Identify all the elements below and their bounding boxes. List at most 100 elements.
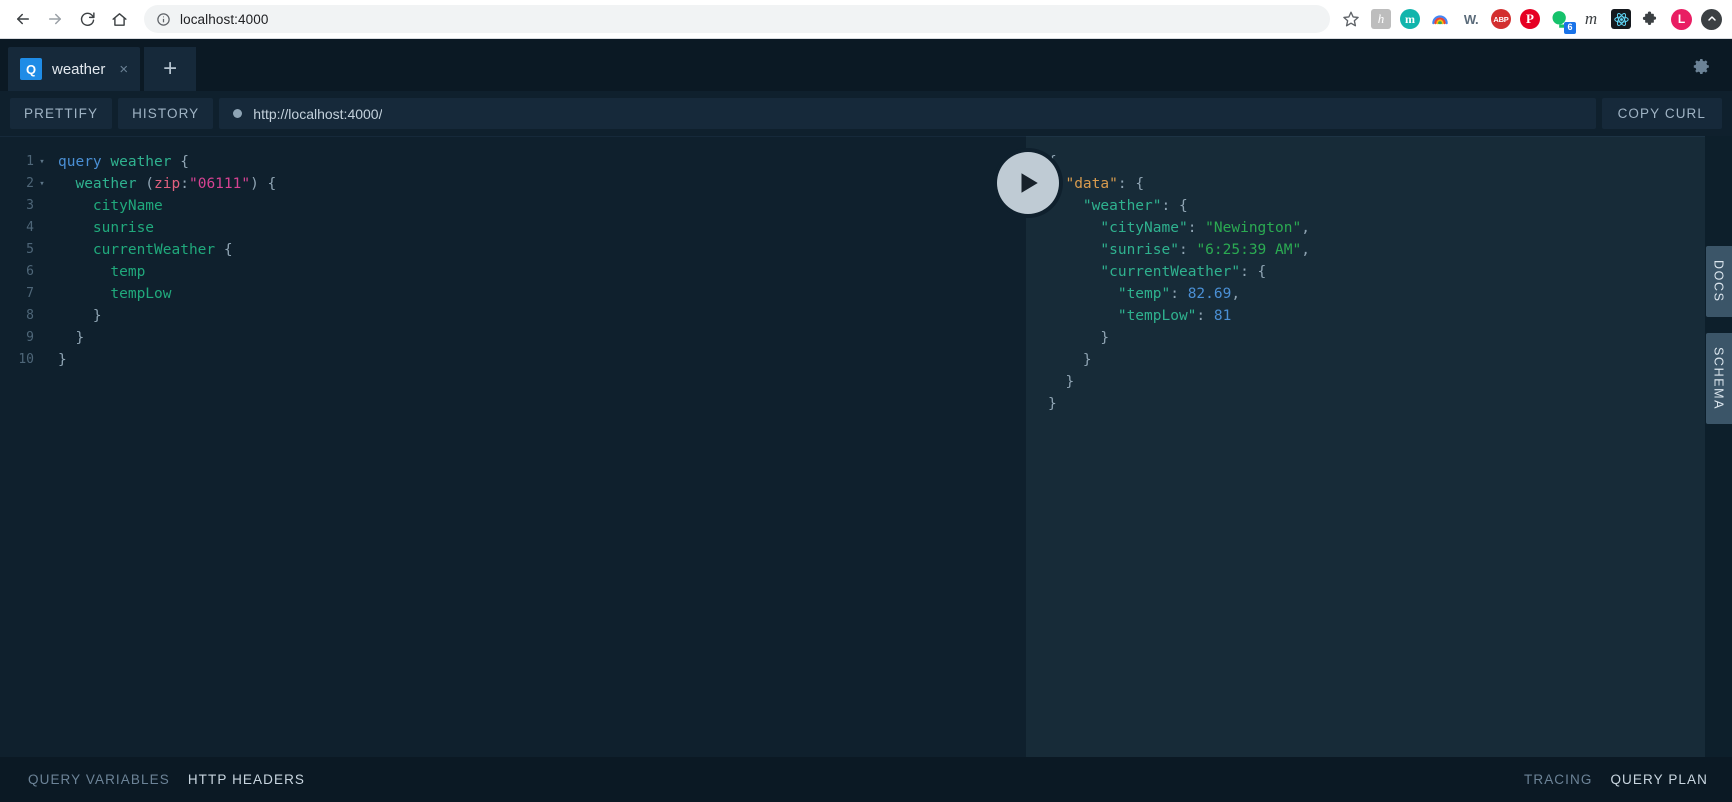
home-icon[interactable] [104,4,134,34]
bottom-left-tabs: QUERY VARIABLES HTTP HEADERS [28,772,305,787]
playground-tab-weather[interactable]: Q weather × [8,47,141,91]
rainbow-extension-icon[interactable] [1429,8,1451,30]
response-line-code: "data": { [1065,176,1145,192]
copy-curl-button[interactable]: COPY CURL [1601,98,1722,129]
star-icon[interactable] [1340,8,1362,30]
line-number: 4 [26,220,34,235]
graphql-playground: Q weather × + PRETTIFY HISTORY http://lo… [0,39,1732,802]
editor-line: 7 tempLow [0,283,1026,305]
line-number: 7 [26,286,34,301]
response-line: } [1026,349,1732,371]
grammarly-badge: 6 [1564,22,1576,34]
extensions-puzzle-icon[interactable] [1640,8,1662,30]
editor-line-code: sunrise [92,220,155,236]
editor-line-code: query weather { [58,154,189,170]
bottom-right-tabs: TRACING QUERY PLAN [1524,772,1708,787]
endpoint-url-field[interactable]: http://localhost:4000/ [219,98,1596,129]
query-editor[interactable]: 1 ▾ query weather { 2 ▾ weather (zip:"06111"… [0,136,1026,757]
playground-body: 1 ▾ query weather { 2 ▾ weather (zip:"06111"… [0,136,1732,757]
editor-line: 10} [0,349,1026,371]
response-line: ▾ "weather": { [1026,195,1732,217]
forward-arrow-icon[interactable] [40,4,70,34]
response-line-code: "currentWeather": { [1100,264,1267,280]
response-line-code: } [1100,330,1110,346]
response-line: ▾ "data": { [1026,173,1732,195]
response-line-code: "weather": { [1082,198,1188,214]
schema-tab[interactable]: SCHEMA [1705,332,1732,424]
response-line: "temp": 82.69, [1026,283,1732,305]
grammarly-extension-icon[interactable]: 6 [1549,8,1576,34]
wikibuy-extension-icon[interactable]: W. [1460,8,1482,30]
prettify-button[interactable]: PRETTIFY [10,98,113,129]
editor-line-code: } [75,330,85,346]
line-number: 8 [26,308,34,323]
response-line: } [1026,371,1732,393]
response-line-code: } [1048,396,1057,412]
site-info-icon[interactable] [156,12,171,27]
adblock-plus-extension-icon[interactable]: ABP [1491,9,1511,29]
playground-bottom-bar: QUERY VARIABLES HTTP HEADERS TRACING QUE… [0,757,1732,802]
editor-line: 4 sunrise [0,217,1026,239]
fold-triangle-icon[interactable]: ▾ [34,179,50,189]
response-line-code: } [1082,352,1092,368]
address-bar[interactable]: localhost:4000 [144,5,1330,33]
medium-extension-icon[interactable]: m [1580,8,1602,30]
line-number: 1 [26,154,34,169]
pinterest-extension-icon[interactable]: P [1520,9,1540,29]
history-button[interactable]: HISTORY [118,98,214,129]
tracing-tab[interactable]: TRACING [1524,772,1592,787]
react-devtools-extension-icon[interactable] [1611,9,1631,29]
profile-avatar[interactable]: L [1671,8,1692,30]
line-number: 5 [26,242,34,257]
playground-tab-bar: Q weather × + [0,39,1732,91]
update-arrow-icon[interactable] [1701,8,1722,30]
editor-line-code: temp [110,264,146,280]
playground-tab-title: weather [52,60,106,78]
response-line: "currentWeather": { [1026,261,1732,283]
line-number: 9 [26,330,34,345]
address-bar-text: localhost:4000 [180,11,269,27]
editor-line: 1 ▾ query weather { [0,151,1026,173]
editor-line: 3 cityName [0,195,1026,217]
line-number: 3 [26,198,34,213]
http-headers-tab[interactable]: HTTP HEADERS [188,772,305,787]
response-line: } [1026,393,1732,415]
browser-toolbar: localhost:4000 h m W. ABP P 6 m L [0,0,1732,39]
play-icon [1021,173,1038,193]
gear-icon[interactable] [1688,53,1714,79]
close-icon[interactable]: × [119,62,128,77]
query-plan-tab[interactable]: QUERY PLAN [1610,772,1708,787]
response-viewer: ▾{▾ "data": {▾ "weather": { "cityName": … [1026,136,1732,757]
editor-line-code: } [92,308,102,324]
response-line: "tempLow": 81 [1026,305,1732,327]
editor-line: 5 currentWeather { [0,239,1026,261]
back-arrow-icon[interactable] [8,4,38,34]
docs-tab[interactable]: DOCS [1705,246,1732,317]
fold-triangle-icon[interactable]: ▾ [34,157,50,167]
editor-line-code: } [58,352,67,368]
response-line: "sunrise": "6:25:39 AM", [1026,239,1732,261]
line-number: 2 [26,176,34,191]
editor-line: 8 } [0,305,1026,327]
editor-line: 6 temp [0,261,1026,283]
extension-toolbar: h m W. ABP P 6 m L [1338,8,1722,34]
editor-line-code: cityName [92,198,163,214]
query-badge-icon: Q [20,58,42,80]
editor-line-code: currentWeather { [92,242,233,258]
response-line: } [1026,327,1732,349]
response-line: ▾{ [1026,151,1732,173]
line-number: 6 [26,264,34,279]
reload-icon[interactable] [72,4,102,34]
line-number: 10 [18,352,34,367]
honey-extension-icon[interactable]: h [1371,9,1391,29]
momentum-extension-icon[interactable]: m [1400,9,1420,29]
editor-line: 9 } [0,327,1026,349]
editor-line: 2 ▾ weather (zip:"06111") { [0,173,1026,195]
query-variables-tab[interactable]: QUERY VARIABLES [28,772,170,787]
endpoint-url-text: http://localhost:4000/ [253,105,383,122]
response-line: "cityName": "Newington", [1026,217,1732,239]
execute-query-button[interactable] [997,152,1059,214]
playground-toolbar: PRETTIFY HISTORY http://localhost:4000/ … [0,91,1732,136]
new-tab-button[interactable]: + [144,47,197,91]
side-panel-tabs: DOCS SCHEMA [1705,136,1732,757]
